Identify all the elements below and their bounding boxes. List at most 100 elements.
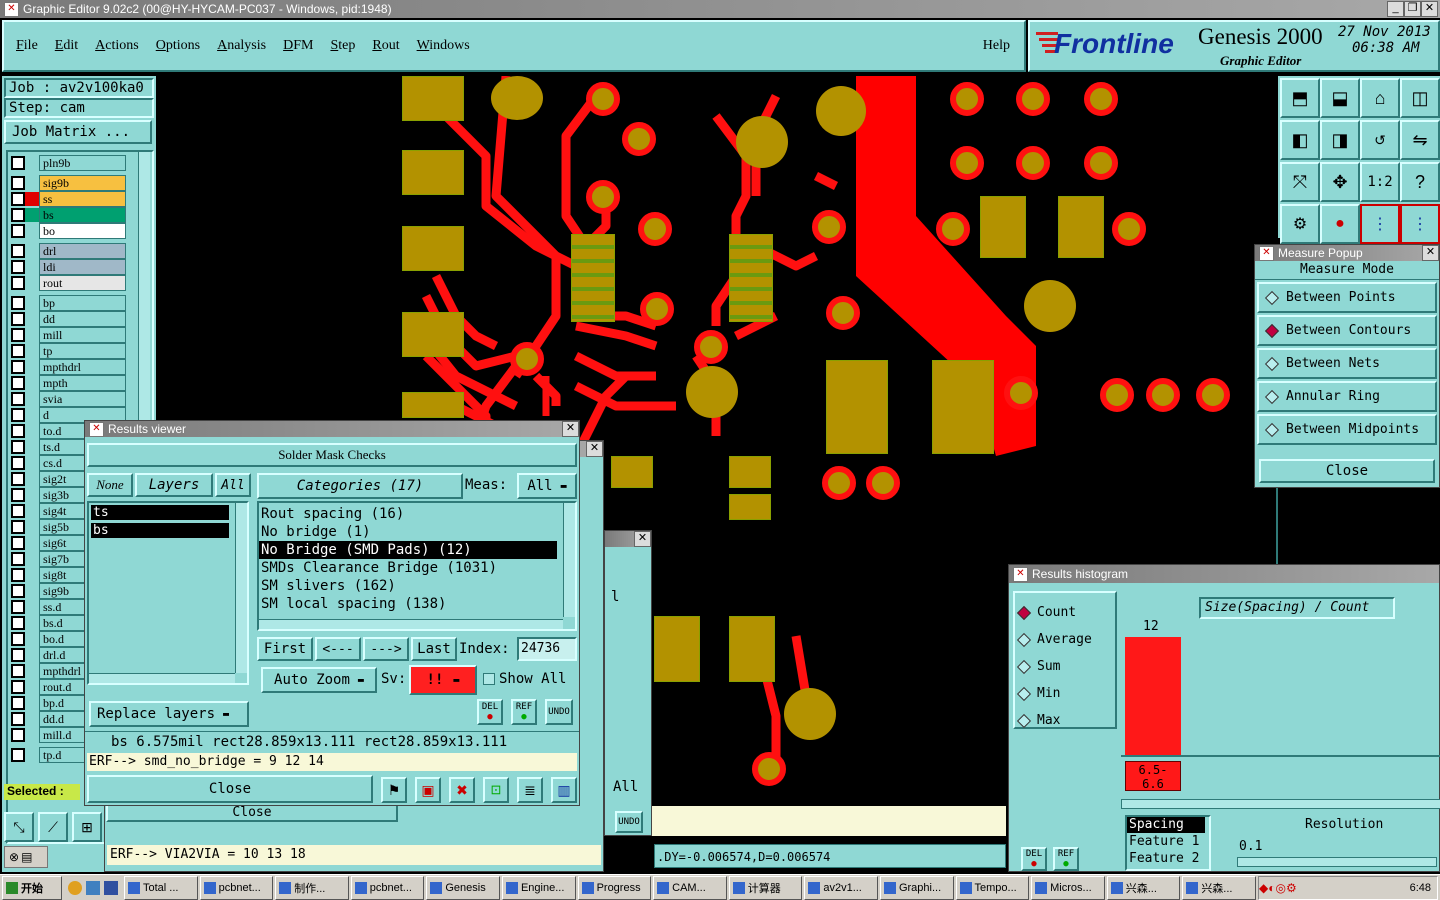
layer-checkbox[interactable]: [11, 488, 25, 502]
histogram-mode[interactable]: Max: [1015, 707, 1115, 734]
histogram-mode[interactable]: Average: [1015, 626, 1115, 653]
category-scrollbar[interactable]: [563, 503, 575, 617]
layer-row[interactable]: mpthdrl: [8, 359, 130, 375]
layer-checkbox[interactable]: [11, 664, 25, 678]
radio-diamond-icon[interactable]: [1264, 290, 1280, 305]
menu-rout[interactable]: Rout: [372, 38, 399, 54]
measure-option[interactable]: Between Contours: [1257, 315, 1437, 346]
radio-diamond-icon[interactable]: [1016, 713, 1032, 728]
layer-checkbox[interactable]: [11, 192, 25, 206]
menu-analysis[interactable]: Analysis: [217, 38, 266, 54]
restore-button[interactable]: ❐: [1404, 1, 1421, 17]
layer-checkbox[interactable]: [11, 344, 25, 358]
console-icon[interactable]: ▤: [21, 850, 32, 864]
all-layers-button[interactable]: All: [215, 473, 251, 497]
minimize-button[interactable]: _: [1387, 1, 1404, 17]
layer-checkbox[interactable]: [11, 312, 25, 326]
histogram-bar[interactable]: [1125, 637, 1181, 757]
top-view-icon[interactable]: ⬒: [1280, 78, 1320, 118]
radio-diamond-icon[interactable]: [1264, 389, 1280, 404]
del-button[interactable]: DEL ●: [477, 699, 503, 725]
layer-checkbox[interactable]: [11, 424, 25, 438]
category-item[interactable]: SM slivers (162): [259, 577, 557, 595]
layer-name[interactable]: mpthdrl: [39, 359, 126, 375]
radio-diamond-icon[interactable]: [1016, 659, 1032, 674]
layer-row[interactable]: ldi: [8, 259, 130, 275]
flag-icon[interactable]: ⚑: [381, 777, 407, 803]
layer-checkbox[interactable]: [11, 328, 25, 342]
category-item[interactable]: SMDs Clearance Bridge (1031): [259, 559, 557, 577]
zoom-box-icon[interactable]: ⤡: [4, 812, 34, 842]
remove-icon[interactable]: ✖: [449, 777, 475, 803]
grid-icon[interactable]: ⊞: [72, 812, 102, 842]
layer-checkbox[interactable]: [11, 712, 25, 726]
menu-step[interactable]: Step: [330, 38, 355, 54]
layer-name[interactable]: pln9b: [39, 155, 126, 171]
menu-options[interactable]: Options: [156, 38, 200, 54]
bottom-view-icon[interactable]: ⬓: [1320, 78, 1360, 118]
layer-row[interactable]: svia: [8, 391, 130, 407]
radio-diamond-icon[interactable]: [1264, 323, 1280, 338]
mirror-icon[interactable]: ⇋: [1400, 120, 1440, 160]
layer-name[interactable]: bo: [39, 223, 126, 239]
categories-button[interactable]: Categories (17): [257, 473, 463, 499]
layer-name[interactable]: ss: [39, 191, 126, 207]
layer-checkbox[interactable]: [11, 504, 25, 518]
layer-row[interactable]: drl: [8, 243, 130, 259]
measure-option[interactable]: Between Midpoints: [1257, 414, 1437, 445]
results-layer-item[interactable]: ts: [91, 505, 229, 520]
tray-icons[interactable]: ◆◐◎⚙: [1259, 881, 1410, 895]
layer-name[interactable]: ldi: [39, 259, 126, 275]
taskbar-item[interactable]: Progress: [577, 875, 652, 900]
layer-checkbox[interactable]: [11, 224, 25, 238]
layer-row[interactable]: pln9b: [8, 155, 130, 171]
layer-checkbox[interactable]: [11, 296, 25, 310]
category-item[interactable]: SM local spacing (138): [259, 595, 557, 613]
show-all-checkbox[interactable]: Show All: [483, 671, 566, 687]
layer-row[interactable]: bp: [8, 295, 130, 311]
scale-1-2-icon[interactable]: 1:2: [1360, 162, 1400, 202]
hist-ref-button[interactable]: REF ●: [1053, 847, 1079, 871]
layer-row[interactable]: mill: [8, 327, 130, 343]
taskbar-item[interactable]: Graphi...: [879, 875, 954, 900]
layer-name[interactable]: bp: [39, 295, 126, 311]
auto-zoom-dropdown[interactable]: Auto Zoom ▬: [261, 667, 377, 693]
layer-row[interactable]: bs: [8, 207, 130, 223]
checkbox-box[interactable]: [483, 673, 495, 685]
histogram-mode[interactable]: Sum: [1015, 653, 1115, 680]
results-viewer-close-icon[interactable]: ✕: [562, 421, 579, 437]
taskbar-item[interactable]: Genesis: [426, 875, 500, 900]
layer-checkbox[interactable]: [11, 156, 25, 170]
layer-row[interactable]: tp: [8, 343, 130, 359]
taskbar-item[interactable]: pcbnet...: [199, 875, 274, 900]
histogram-mode[interactable]: Min: [1015, 680, 1115, 707]
quick-launch-icon[interactable]: [104, 880, 118, 895]
layer-checkbox[interactable]: [11, 392, 25, 406]
undo-button[interactable]: UNDO: [545, 699, 573, 725]
hist-del-button[interactable]: DEL ●: [1021, 847, 1047, 871]
layer-checkbox[interactable]: [11, 472, 25, 486]
taskbar-item[interactable]: Engine...: [501, 875, 576, 900]
layer-checkbox[interactable]: [11, 584, 25, 598]
layer-checkbox[interactable]: [11, 440, 25, 454]
last-button[interactable]: Last: [411, 637, 457, 661]
menu-dfm[interactable]: DFM: [283, 38, 313, 54]
rotate-icon[interactable]: ↺: [1360, 120, 1400, 160]
layer-checkbox[interactable]: [11, 616, 25, 630]
taskbar-item[interactable]: Tempo...: [955, 875, 1030, 900]
layer-checkbox[interactable]: [11, 632, 25, 646]
measure-option[interactable]: Annular Ring: [1257, 381, 1437, 412]
probe-icon[interactable]: ●: [1320, 204, 1360, 244]
layer-name[interactable]: mill: [39, 327, 126, 343]
layer-checkbox[interactable]: [11, 408, 25, 422]
resolution-slider[interactable]: [1237, 857, 1437, 867]
layer-row[interactable]: dd: [8, 311, 130, 327]
layer-name[interactable]: rout: [39, 275, 126, 291]
window-icon[interactable]: ◫: [1400, 78, 1440, 118]
layer-checkbox[interactable]: [11, 568, 25, 582]
net-icon-2[interactable]: ⋮: [1400, 204, 1440, 244]
start-button[interactable]: 开始: [2, 875, 62, 900]
job-matrix-button[interactable]: Job Matrix ...: [4, 120, 152, 144]
menu-help[interactable]: Help: [983, 38, 1010, 54]
measure-close-button[interactable]: Close: [1259, 459, 1435, 483]
